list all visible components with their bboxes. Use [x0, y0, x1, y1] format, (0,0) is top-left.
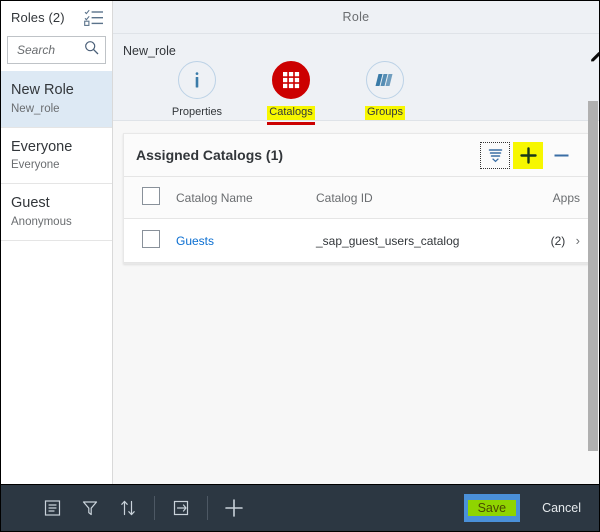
cell-catalog-id: _sap_guest_users_catalog: [316, 219, 518, 263]
page-title: Role: [343, 10, 370, 24]
table-title: Assigned Catalogs (1): [136, 147, 477, 163]
role-subtitle: Anonymous: [11, 216, 102, 228]
roles-master-panel: Roles (2): [1, 1, 113, 484]
cell-apps: (2) ›: [518, 219, 588, 263]
sort-icon[interactable]: [109, 493, 147, 523]
roles-list: New Role New_role Everyone Everyone Gues…: [1, 71, 112, 241]
column-header-apps[interactable]: Apps: [518, 177, 588, 219]
application-window: Roles (2): [0, 0, 600, 532]
info-icon: [178, 61, 216, 99]
column-header-catalog-id[interactable]: Catalog ID: [316, 177, 518, 219]
table-header-row: Catalog Name Catalog ID Apps: [124, 177, 588, 219]
column-header-catalog-name[interactable]: Catalog Name: [176, 177, 316, 219]
settings-list-icon[interactable]: [480, 142, 510, 169]
master-header: Roles (2): [1, 1, 112, 34]
object-name: New_role: [123, 44, 587, 58]
row-select-cell: [124, 219, 176, 263]
cell-catalog-name: Guests: [176, 219, 316, 263]
detail-content: Assigned Catalogs (1): [113, 121, 599, 264]
list-item-new-role[interactable]: New Role New_role: [1, 71, 112, 128]
role-subtitle: New_role: [11, 103, 102, 115]
select-all-checkbox[interactable]: [142, 187, 160, 205]
tab-catalogs[interactable]: Catalogs: [255, 61, 327, 120]
filter-icon[interactable]: [71, 493, 109, 523]
export-icon[interactable]: [162, 493, 200, 523]
table-row[interactable]: Guests _sap_guest_users_catalog (2) ›: [124, 219, 588, 263]
tab-label: Groups: [365, 106, 405, 120]
apps-count: (2): [551, 234, 566, 248]
vertical-scrollbar-thumb[interactable]: [588, 101, 598, 451]
assigned-catalogs-card: Assigned Catalogs (1): [123, 133, 589, 264]
tab-label: Properties: [170, 106, 224, 120]
facet-tabbar: Properties: [123, 58, 587, 120]
master-title: Roles (2): [11, 10, 65, 25]
tab-groups[interactable]: Groups: [349, 61, 421, 120]
minus-icon[interactable]: [546, 142, 576, 169]
layers-icon: [366, 61, 404, 99]
role-title: Everyone: [11, 139, 102, 156]
role-title: Guest: [11, 195, 102, 212]
role-title: New Role: [11, 82, 102, 99]
plus-icon[interactable]: [513, 142, 543, 169]
list-group-icon[interactable]: [33, 493, 71, 523]
catalog-name-link[interactable]: Guests: [176, 234, 214, 248]
chevron-right-icon[interactable]: ›: [576, 233, 580, 248]
tab-label: Catalogs: [267, 106, 314, 120]
table-toolbar: Assigned Catalogs (1): [124, 134, 588, 176]
search-field[interactable]: [7, 36, 106, 64]
object-header: New_role Properties: [113, 34, 599, 121]
select-all-header: [124, 177, 176, 219]
save-button-label: Save: [468, 500, 517, 516]
row-checkbox[interactable]: [142, 230, 160, 248]
list-item-everyone[interactable]: Everyone Everyone: [1, 128, 112, 185]
search-icon[interactable]: [84, 40, 99, 60]
tab-properties[interactable]: Properties: [161, 61, 233, 120]
grid-icon: [272, 61, 310, 99]
active-tab-indicator: [267, 122, 315, 125]
toolbar-divider: [154, 496, 155, 520]
plus-icon[interactable]: [215, 493, 253, 523]
assigned-catalogs-table: Catalog Name Catalog ID Apps Guests: [124, 176, 588, 263]
save-button[interactable]: Save: [464, 494, 521, 522]
checklist-icon[interactable]: [84, 9, 104, 26]
pencil-icon[interactable]: [589, 50, 599, 64]
search-input[interactable]: [17, 43, 84, 57]
role-detail-pane: Role New_role Properties: [113, 1, 599, 484]
detail-titlebar: Role: [113, 1, 599, 34]
footer-toolbar: Save Cancel: [1, 484, 599, 531]
toolbar-divider: [207, 496, 208, 520]
cancel-button[interactable]: Cancel: [534, 497, 589, 519]
list-item-guest[interactable]: Guest Anonymous: [1, 184, 112, 241]
role-subtitle: Everyone: [11, 159, 102, 171]
